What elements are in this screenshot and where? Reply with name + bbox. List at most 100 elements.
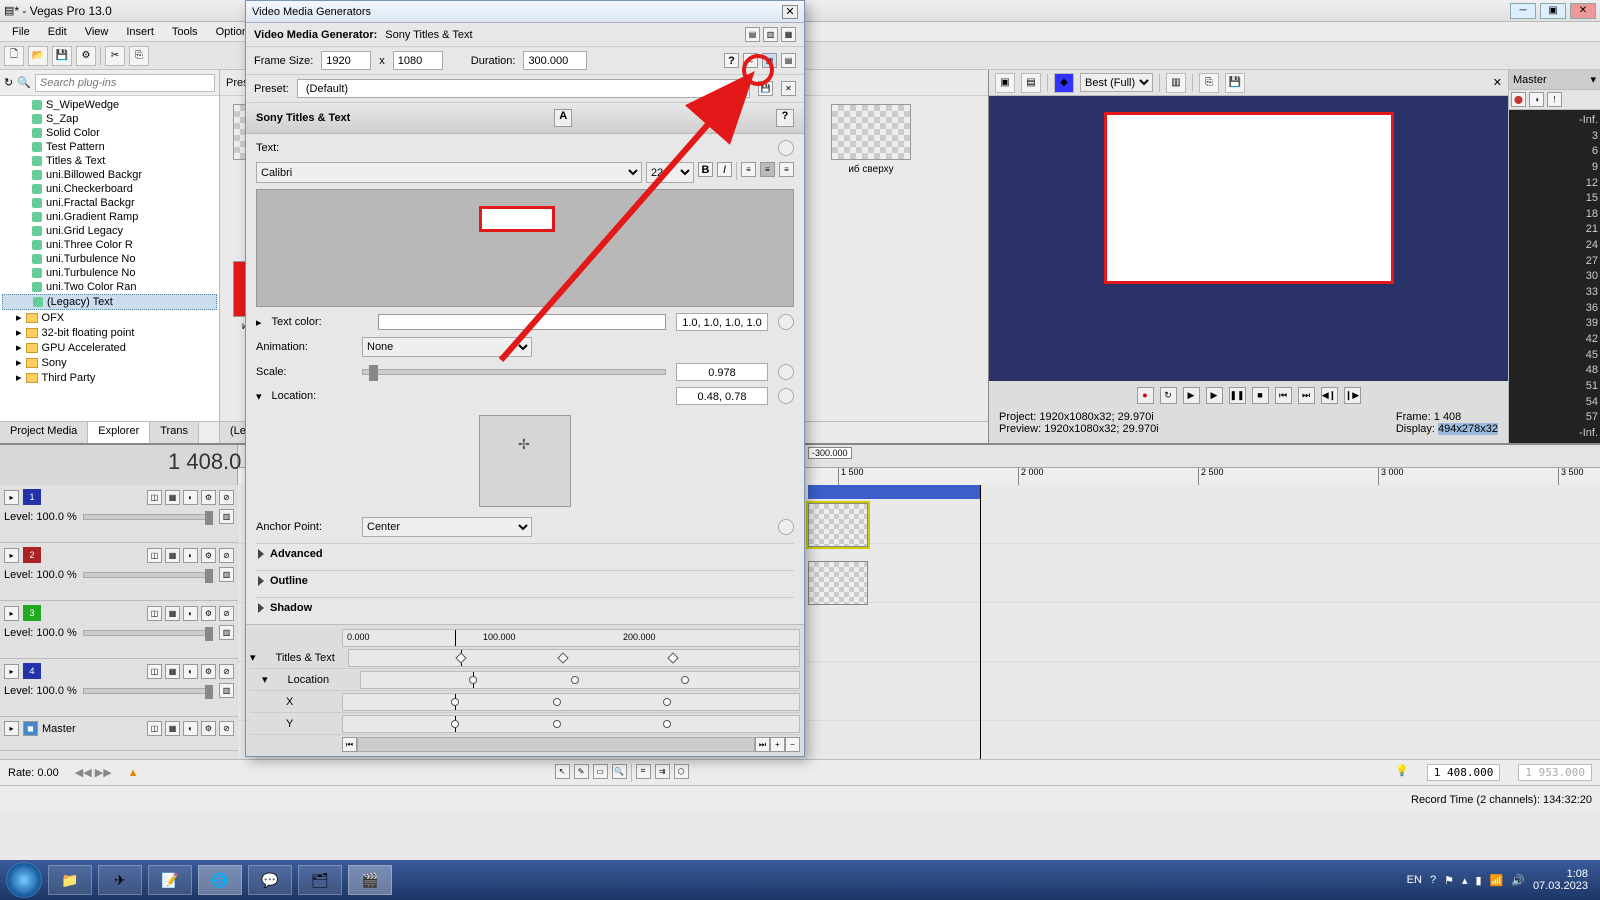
volume-icon[interactable]: 🔊 — [1511, 874, 1525, 887]
flag-tray-icon[interactable]: ⚑ — [1444, 874, 1454, 887]
taskbar-notes-icon[interactable]: 📝 — [148, 865, 192, 895]
comp-icon[interactable]: ▥ — [219, 509, 234, 524]
auto-icon[interactable]: ◐ — [183, 490, 198, 505]
close-preview-icon[interactable]: ✕ — [1493, 76, 1502, 89]
record-button[interactable]: ● — [1137, 387, 1154, 404]
properties-icon[interactable]: ⚙ — [76, 46, 96, 66]
kf-first-icon[interactable]: ⏮ — [342, 737, 357, 752]
plugin-help-button[interactable]: ? — [776, 109, 794, 127]
position-readout[interactable]: 1 408.000 — [1427, 764, 1501, 781]
chain-icon[interactable]: ▥ — [763, 27, 778, 42]
kf-track-titles[interactable]: ▾Titles & Text — [250, 647, 800, 669]
refresh-icon[interactable]: ↻ — [4, 76, 13, 89]
align-right-icon[interactable]: ≡ — [779, 162, 794, 177]
battery-icon[interactable]: ▮ — [1475, 874, 1481, 887]
kf-remove-icon[interactable]: − — [785, 737, 800, 752]
animate-icon[interactable] — [778, 364, 794, 380]
chevron-up-icon[interactable]: ▴ — [1462, 874, 1468, 887]
preset-thumb[interactable]: иб сверху — [826, 104, 916, 245]
menu-file[interactable]: File — [4, 24, 38, 40]
track-fx-icon[interactable]: ▦ — [165, 490, 180, 505]
tab-transitions[interactable]: Trans — [150, 422, 199, 443]
kf-track-x[interactable]: X — [250, 691, 800, 713]
go-start-button[interactable]: ⏮ — [1275, 387, 1292, 404]
network-icon[interactable]: 📶 — [1490, 874, 1504, 887]
animate-icon[interactable] — [778, 388, 794, 404]
language-indicator[interactable]: EN — [1407, 874, 1422, 886]
split-icon[interactable]: ▥ — [1166, 73, 1186, 93]
kf-add-icon[interactable]: + — [770, 737, 785, 752]
open-icon[interactable]: 📂 — [28, 46, 48, 66]
taskbar-vegas-icon[interactable]: 🎬 — [348, 865, 392, 895]
taskbar-explorer-icon[interactable]: 📁 — [48, 865, 92, 895]
selection-end-readout[interactable]: 1 953.000 — [1518, 764, 1592, 781]
gear-icon[interactable]: ⚙ — [201, 490, 216, 505]
pause-button[interactable]: ❚❚ — [1229, 387, 1246, 404]
dialog-close-button[interactable]: ✕ — [782, 5, 798, 19]
frame-width-input[interactable] — [321, 51, 371, 70]
loop-button[interactable]: ↻ — [1160, 387, 1177, 404]
chain-icon[interactable]: ▦ — [781, 27, 796, 42]
help-tray-icon[interactable]: ? — [1430, 874, 1436, 886]
animate-icon[interactable] — [778, 140, 794, 156]
start-button[interactable] — [6, 862, 42, 898]
shadow-section[interactable]: Shadow — [256, 597, 794, 618]
bypass-fx-icon[interactable]: ◫ — [147, 490, 162, 505]
taskbar-whatsapp-icon[interactable]: 💬 — [248, 865, 292, 895]
taskbar-chrome-icon[interactable]: 🌐 — [198, 865, 242, 895]
clock[interactable]: 1:0807.03.2023 — [1533, 868, 1588, 892]
clip-track2[interactable] — [808, 561, 868, 605]
kf-track-location[interactable]: ▾Location — [250, 669, 800, 691]
tab-explorer[interactable]: Explorer — [88, 422, 150, 443]
frame-height-input[interactable] — [393, 51, 443, 70]
kf-track-y[interactable]: Y — [250, 713, 800, 735]
preview-device-icon[interactable]: ▤ — [1021, 73, 1041, 93]
tool-select-icon[interactable]: ▭ — [593, 764, 608, 779]
advanced-section[interactable]: Advanced — [256, 543, 794, 564]
tool-zoom-icon[interactable]: 🔍 — [612, 764, 627, 779]
animate-icon[interactable] — [778, 519, 794, 535]
go-end-button[interactable]: ⏭ — [1298, 387, 1315, 404]
kf-scrollbar[interactable] — [357, 737, 755, 752]
help-icon[interactable]: ? — [724, 53, 739, 68]
expand-icon[interactable]: ▸ — [4, 490, 19, 505]
track-header-4[interactable]: ▸4 ◫▦◐⚙⊘ Level: 100.0 %▥ — [0, 659, 238, 717]
copy-icon[interactable]: ⎘ — [129, 46, 149, 66]
play-button[interactable]: ▶ — [1206, 387, 1223, 404]
taskbar-folder-icon[interactable]: 🗂 — [298, 865, 342, 895]
media-props-icon[interactable]: ▤ — [781, 53, 796, 68]
outline-section[interactable]: Outline — [256, 570, 794, 591]
track-header-2[interactable]: ▸2 ◫▦◐⚙⊘ Level: 100.0 %▥ — [0, 543, 238, 601]
chain-icon[interactable]: ▤ — [745, 27, 760, 42]
duration-input[interactable] — [523, 51, 587, 70]
location-value[interactable]: 0.48, 0.78 — [676, 387, 768, 405]
delete-preset-icon[interactable]: ✕ — [781, 81, 796, 96]
menu-edit[interactable]: Edit — [40, 24, 75, 40]
track-header-master[interactable]: ▸◼Master ◫▦◐⚙⊘ — [0, 717, 238, 751]
loop-region[interactable] — [808, 485, 980, 499]
menu-view[interactable]: View — [77, 24, 117, 40]
taskbar-telegram-icon[interactable]: ✈ — [98, 865, 142, 895]
auto-ripple-icon[interactable]: ⇉ — [655, 764, 670, 779]
meter-mute-icon[interactable]: ! — [1547, 92, 1562, 107]
snap-icon[interactable]: ⌗ — [636, 764, 651, 779]
next-frame-button[interactable]: ❙▶ — [1344, 387, 1361, 404]
meter-auto-icon[interactable]: ◑ — [1529, 92, 1544, 107]
tool-normal-icon[interactable]: ↖ — [555, 764, 570, 779]
plugin-tree[interactable]: S_WipeWedge S_Zap Solid Color Test Patte… — [0, 96, 219, 421]
preview-quality[interactable]: Best (Full) — [1080, 73, 1153, 92]
anchor-select[interactable]: Center — [362, 517, 532, 537]
track-header-3[interactable]: ▸3 ◫▦◐⚙⊘ Level: 100.0 %▥ — [0, 601, 238, 659]
copy-snapshot-icon[interactable]: ⎘ — [1199, 73, 1219, 93]
save-icon[interactable]: 💾 — [52, 46, 72, 66]
overlays-icon[interactable]: ◆ — [1054, 73, 1074, 93]
track-header-1[interactable]: ▸1 ◫▦◐⚙⊘ Level: 100.0 %▥ — [0, 485, 238, 543]
play-start-button[interactable]: ▶ — [1183, 387, 1200, 404]
menu-insert[interactable]: Insert — [118, 24, 162, 40]
search-input[interactable] — [35, 74, 215, 92]
menu-tools[interactable]: Tools — [164, 24, 206, 40]
preview-ext-icon[interactable]: ▣ — [995, 73, 1015, 93]
loop-start-marker[interactable]: -300.000 — [808, 447, 852, 459]
meter-fx-icon[interactable]: ⬤ — [1511, 92, 1526, 107]
cut-icon[interactable]: ✂ — [105, 46, 125, 66]
